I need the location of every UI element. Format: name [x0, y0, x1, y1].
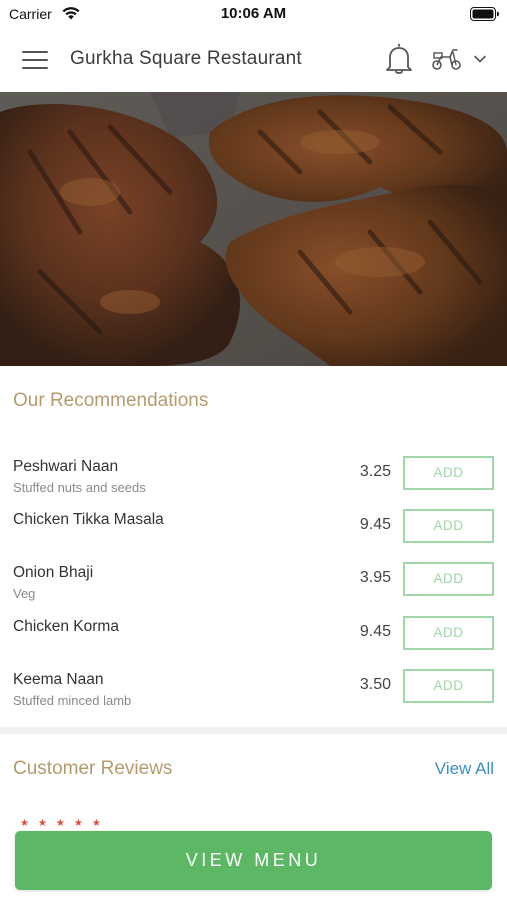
view-menu-button[interactable]: VIEW MENU [15, 831, 492, 890]
item-price: 3.95 [359, 569, 391, 586]
add-button[interactable]: ADD [403, 669, 494, 703]
app-header: Gurkha Square Restaurant [0, 30, 507, 92]
menu-item: Keema Naan Stuffed minced lamb 3.50 ADD [0, 669, 507, 719]
scooter-icon[interactable] [431, 47, 463, 71]
battery-icon [470, 7, 499, 21]
menu-item: Chicken Tikka Masala 9.45 ADD [0, 509, 507, 559]
item-description: Stuffed minced lamb [13, 693, 132, 708]
status-bar: Carrier 10:06 AM [0, 0, 507, 30]
item-price: 3.50 [359, 676, 391, 693]
item-name: Onion Bhaji [13, 564, 94, 581]
add-button[interactable]: ADD [403, 456, 494, 490]
rating-stars-icon: ★★★★★ [20, 818, 110, 829]
item-price: 3.25 [359, 463, 391, 480]
item-name: Keema Naan [13, 671, 104, 688]
item-name: Chicken Korma [13, 618, 119, 635]
item-price: 9.45 [359, 516, 391, 533]
section-divider [0, 727, 507, 734]
add-button[interactable]: ADD [403, 509, 494, 543]
tandoori-chicken-image [0, 92, 507, 366]
menu-item: Onion Bhaji Veg 3.95 ADD [0, 562, 507, 612]
restaurant-title: Gurkha Square Restaurant [70, 48, 302, 69]
menu-item: Chicken Korma 9.45 ADD [0, 616, 507, 666]
item-description: Stuffed nuts and seeds [13, 480, 146, 495]
recommendations-title: Our Recommendations [13, 390, 209, 411]
item-name: Chicken Tikka Masala [13, 511, 164, 528]
chevron-down-icon[interactable] [473, 52, 487, 66]
add-button[interactable]: ADD [403, 616, 494, 650]
menu-icon[interactable] [22, 50, 48, 70]
item-description: Veg [13, 586, 36, 601]
add-button[interactable]: ADD [403, 562, 494, 596]
view-all-link[interactable]: View All [435, 759, 494, 779]
menu-item: Peshwari Naan Stuffed nuts and seeds 3.2… [0, 456, 507, 506]
reviews-title: Customer Reviews [13, 758, 173, 779]
bell-icon[interactable] [385, 43, 413, 75]
hero-food-image [0, 92, 507, 366]
status-time: 10:06 AM [220, 5, 287, 22]
item-name: Peshwari Naan [13, 458, 119, 475]
item-price: 9.45 [359, 623, 391, 640]
